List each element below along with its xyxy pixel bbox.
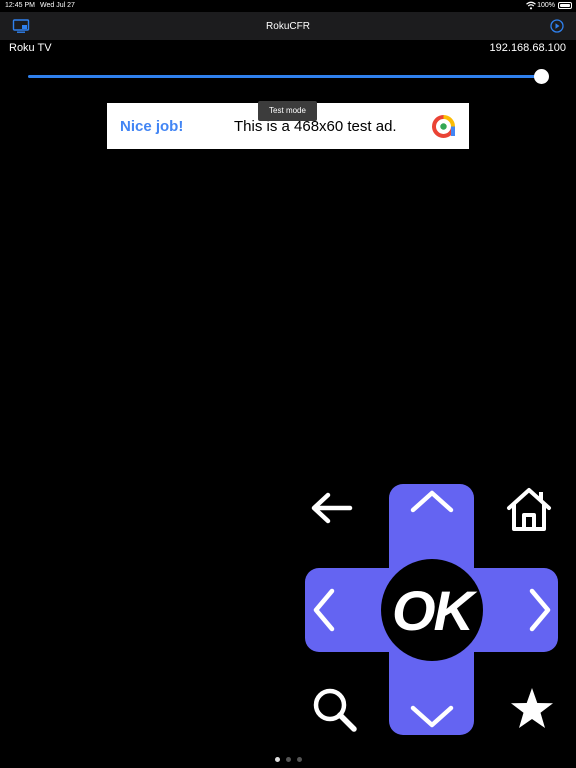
- page-dot[interactable]: [285, 757, 291, 762]
- volume-slider[interactable]: [28, 69, 549, 84]
- status-time: 12:45 PM: [5, 2, 35, 9]
- nav-bar: RokuCFR: [0, 12, 576, 40]
- page-dot[interactable]: [296, 757, 302, 762]
- down-arrow-icon[interactable]: [409, 702, 455, 730]
- slider-track[interactable]: [28, 75, 544, 78]
- test-mode-badge: Test mode: [258, 101, 317, 121]
- home-icon[interactable]: [505, 486, 553, 532]
- ok-label: OK: [392, 579, 474, 642]
- up-arrow-icon[interactable]: [409, 488, 455, 516]
- app-title: RokuCFR: [266, 21, 310, 32]
- ad-logo-icon: [432, 115, 455, 138]
- device-name: Roku TV: [9, 42, 52, 54]
- play-circle-icon[interactable]: [550, 19, 564, 33]
- right-arrow-icon[interactable]: [527, 587, 553, 633]
- battery-percent: 100%: [537, 2, 555, 9]
- left-arrow-icon[interactable]: [311, 587, 337, 633]
- ad-headline[interactable]: Nice job!: [120, 118, 183, 135]
- status-date: Wed Jul 27: [40, 2, 75, 9]
- ok-button[interactable]: OK: [381, 559, 483, 661]
- back-icon[interactable]: [309, 490, 353, 526]
- search-icon[interactable]: [311, 686, 359, 734]
- device-ip: 192.168.68.100: [489, 42, 566, 54]
- star-icon[interactable]: [510, 687, 554, 729]
- status-bar: 12:45 PM Wed Jul 27 100%: [0, 0, 576, 12]
- page-indicator[interactable]: [0, 757, 576, 763]
- page-dot[interactable]: [274, 757, 280, 762]
- wifi-icon: [526, 1, 536, 10]
- battery-icon: [558, 2, 572, 9]
- slider-thumb[interactable]: [534, 69, 549, 84]
